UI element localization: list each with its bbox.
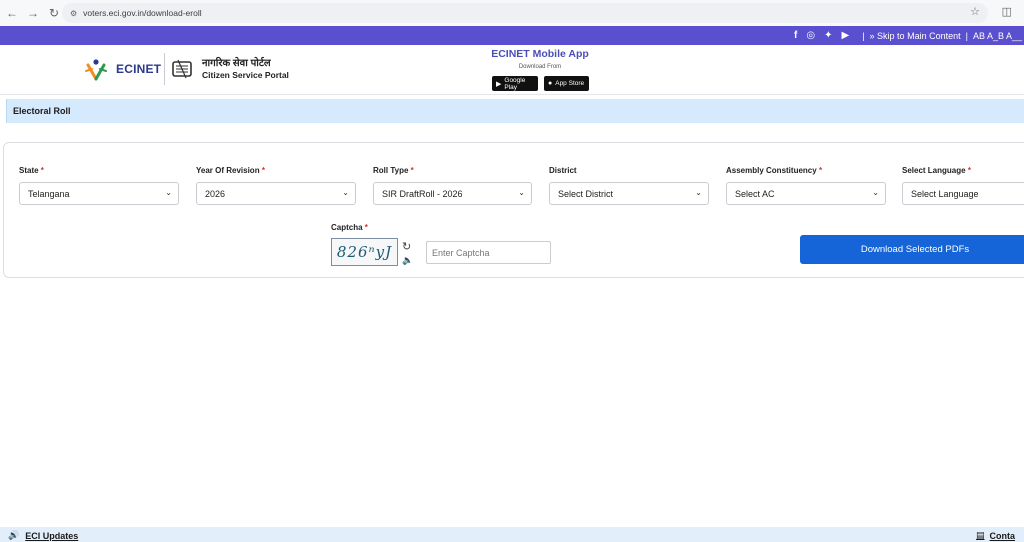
assembly-constituency-label: Assembly Constituency * (726, 166, 823, 175)
extensions-icon[interactable]: ◫ (1002, 5, 1012, 18)
apple-icon: ● (548, 80, 553, 87)
district-value: Select District (558, 188, 614, 199)
contact-label: Conta (989, 530, 1016, 541)
language-select[interactable]: Select Language (902, 182, 1024, 205)
google-play-icon: ▶ (496, 80, 502, 88)
skip-to-main-link[interactable]: » Skip to Main Content (870, 31, 961, 41)
eci-updates-label: ECI Updates (25, 530, 79, 541)
download-pdfs-button[interactable]: Download Selected PDFs (800, 235, 1024, 264)
roll-type-value: SIR DraftRoll - 2026 (382, 188, 463, 199)
eci-emblem-icon (172, 59, 192, 79)
app-store-label: App Store (555, 80, 585, 87)
year-value: 2026 (205, 188, 226, 199)
contact-link[interactable]: ▤ Conta (976, 530, 1015, 541)
back-icon[interactable]: ← (3, 4, 21, 22)
chevron-down-icon: ⌄ (695, 188, 702, 197)
facebook-icon[interactable]: f (794, 30, 797, 41)
chevron-down-icon: ⌄ (872, 188, 879, 197)
district-label: District (549, 166, 577, 175)
page-title: Electoral Roll (13, 106, 71, 116)
state-select[interactable]: Telangana ⌄ (19, 182, 179, 205)
language-value: Select Language (911, 188, 979, 199)
roll-type-select[interactable]: SIR DraftRoll - 2026 ⌄ (373, 182, 532, 205)
roll-type-label: Roll Type * (373, 166, 414, 175)
site-header: ECINET नागरिक सेवा पोर्टल Citizen Servic… (0, 45, 1024, 95)
eci-updates-link[interactable]: 🔊 ECI Updates (8, 530, 78, 541)
chevron-down-icon: ⌄ (165, 188, 172, 197)
top-utility-bar: f ◎ ✦ ▶ | » Skip to Main Content | AB A_… (0, 26, 1024, 45)
captcha-image: 826ⁿyJ (331, 238, 398, 266)
portal-title-hindi: नागरिक सेवा पोर्टल (202, 58, 271, 69)
instagram-icon[interactable]: ◎ (806, 30, 815, 41)
assembly-constituency-value: Select AC (735, 188, 775, 199)
youtube-icon[interactable]: ▶ (842, 30, 850, 41)
audio-captcha-icon[interactable]: 🔈 (402, 255, 413, 266)
speaker-icon: 🔊 (8, 530, 20, 540)
separator: | (965, 30, 968, 41)
address-bar[interactable]: ⚙ voters.eci.gov.in/download-eroll ☆ (62, 3, 988, 23)
google-play-button[interactable]: ▶ Google Play (492, 76, 538, 91)
ecinet-logo[interactable]: ECINET (82, 55, 161, 83)
chevron-down-icon: ⌄ (342, 188, 349, 197)
refresh-captcha-icon[interactable]: ↻ (402, 240, 411, 253)
logo-text: ECINET (116, 62, 162, 76)
forward-icon[interactable]: → (24, 4, 42, 22)
bottom-bar: 🔊 ECI Updates ▤ Conta (0, 527, 1024, 542)
ecinet-logo-icon (85, 59, 107, 81)
year-select[interactable]: 2026 ⌄ (196, 182, 356, 205)
app-store-button[interactable]: ● App Store (544, 76, 589, 91)
social-links: f ◎ ✦ ▶ (794, 30, 849, 41)
captcha-input[interactable] (426, 241, 551, 264)
separator: | (862, 30, 865, 41)
section-header: Electoral Roll (6, 99, 1024, 123)
reload-icon[interactable]: ↻ (45, 4, 63, 22)
twitter-icon[interactable]: ✦ (824, 30, 832, 41)
portal-title: Citizen Service Portal (202, 70, 289, 80)
district-select[interactable]: Select District ⌄ (549, 182, 709, 205)
assembly-constituency-select[interactable]: Select AC ⌄ (726, 182, 886, 205)
contact-card-icon: ▤ (976, 530, 985, 540)
logo-divider (164, 53, 165, 85)
url-text: voters.eci.gov.in/download-eroll (83, 8, 202, 18)
google-play-label: Google Play (504, 76, 526, 91)
state-value: Telangana (28, 188, 70, 199)
language-label: Select Language * (902, 166, 971, 175)
font-size-controls[interactable]: AB A_B A__ (973, 31, 1022, 41)
site-info-icon[interactable]: ⚙ (70, 9, 77, 18)
bookmark-star-icon[interactable]: ☆ (970, 5, 980, 18)
year-label: Year Of Revision * (196, 166, 265, 175)
state-label: State * (19, 166, 44, 175)
browser-toolbar: ← → ↻ ⚙ voters.eci.gov.in/download-eroll… (0, 0, 1024, 26)
mobile-app-subtitle: Download From (518, 64, 562, 70)
captcha-label: Captcha * (331, 223, 368, 232)
chevron-down-icon: ⌄ (518, 188, 525, 197)
mobile-app-title: ECINET Mobile App (491, 48, 589, 60)
